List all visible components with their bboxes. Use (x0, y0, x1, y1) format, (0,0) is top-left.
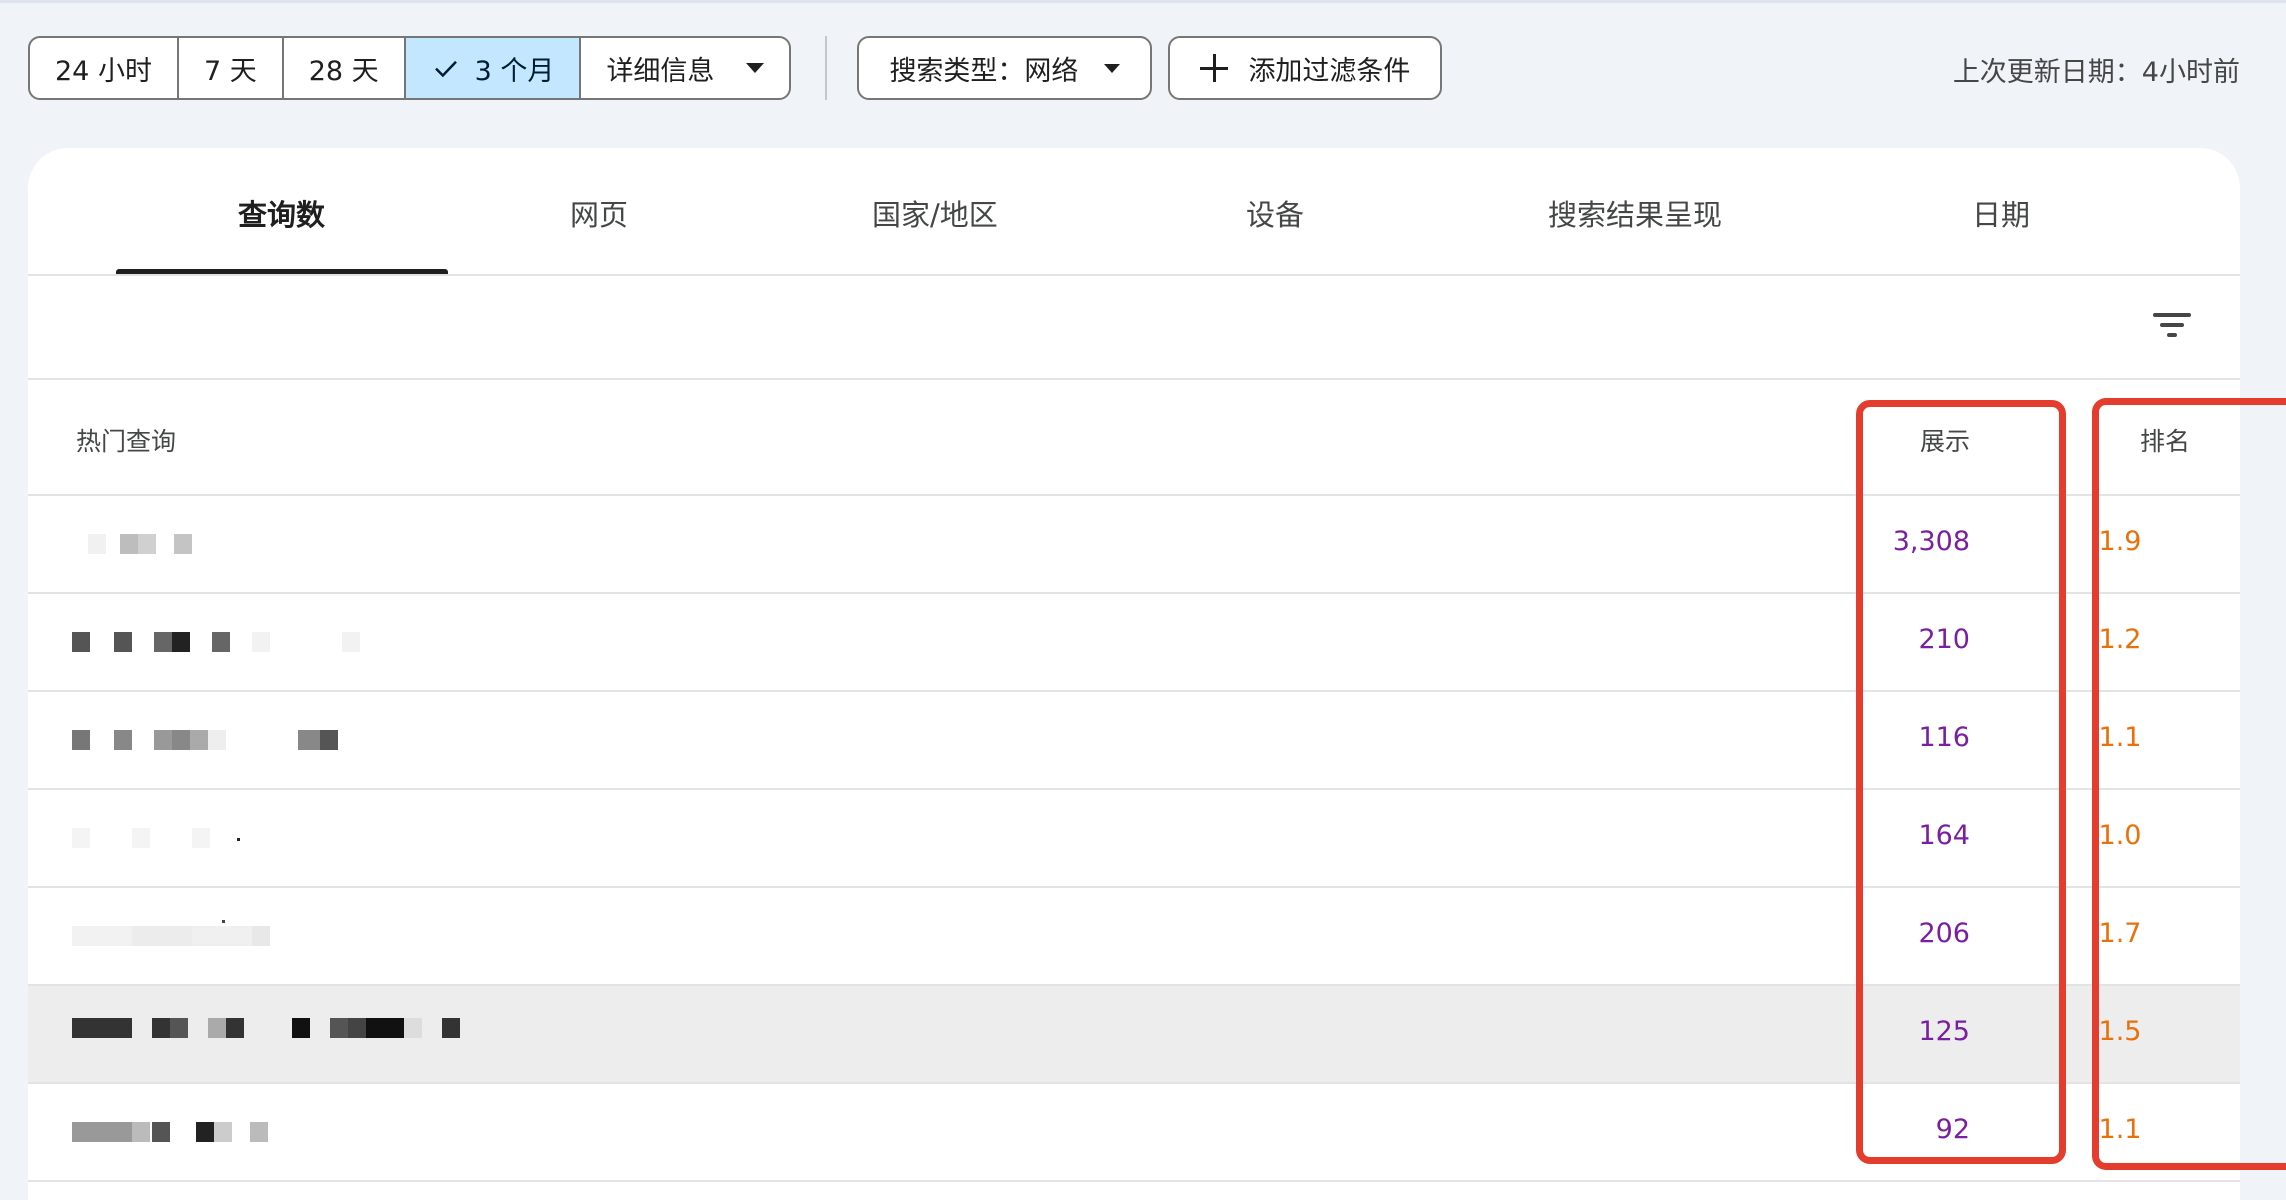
query-text-blurred (72, 534, 432, 556)
tab-countries[interactable]: 国家/地区 (872, 192, 998, 234)
date-range-28d-button[interactable]: 28 天 (284, 38, 406, 98)
dimension-tabs: 查询数 网页 国家/地区 设备 搜索结果呈现 日期 (28, 148, 2240, 276)
report-card: 查询数 网页 国家/地区 设备 搜索结果呈现 日期 热门查询 展示 排名 3,3… (28, 148, 2240, 1200)
impressions-value: 116 (1918, 722, 1970, 753)
date-range-3m-button[interactable]: 3 个月 (405, 38, 582, 98)
query-text-blurred (72, 632, 432, 654)
impressions-value: 125 (1918, 1016, 1970, 1047)
date-range-more-button[interactable]: 详细信息 (581, 38, 789, 98)
date-range-28d-label: 28 天 (308, 55, 379, 87)
tab-pages[interactable]: 网页 (570, 192, 628, 234)
add-filter-button[interactable]: 添加过滤条件 (1168, 36, 1443, 100)
plus-icon (1200, 54, 1229, 82)
table-filter-row (28, 276, 2240, 380)
top-divider (0, 0, 2286, 3)
impressions-value: 92 (1935, 1114, 1970, 1145)
date-range-7d-button[interactable]: 7 天 (179, 38, 284, 98)
impressions-value: 210 (1918, 624, 1970, 655)
query-text-blurred (72, 1122, 432, 1144)
column-header-impressions[interactable]: 展示 (1920, 422, 1970, 458)
impressions-value: 3,308 (1892, 526, 1970, 557)
query-text-blurred (72, 730, 432, 752)
position-value: 1.1 (2098, 1114, 2142, 1145)
tab-search-appearance[interactable]: 搜索结果呈现 (1548, 192, 1722, 234)
table-row[interactable]: 125 1.5 (28, 986, 2240, 1084)
query-text-blurred (72, 828, 432, 850)
date-range-7d-label: 7 天 (203, 55, 257, 87)
queries-table: 热门查询 展示 排名 3,308 1.9 210 1.2 116 1.1 164… (28, 380, 2240, 1182)
position-value: 1.0 (2098, 820, 2142, 851)
dropdown-caret-icon (746, 63, 765, 73)
impressions-value: 206 (1918, 918, 1970, 949)
position-value: 1.1 (2098, 722, 2142, 753)
position-value: 1.7 (2098, 918, 2142, 949)
date-range-24h-button[interactable]: 24 小时 (30, 38, 179, 98)
position-value: 1.9 (2098, 526, 2142, 557)
active-tab-indicator (116, 269, 448, 274)
query-text-blurred (72, 920, 432, 948)
position-value: 1.5 (2098, 1016, 2142, 1047)
date-range-more-label: 详细信息 (606, 55, 715, 87)
impressions-value: 164 (1918, 820, 1970, 851)
column-header-query[interactable]: 热门查询 (76, 422, 176, 458)
table-row[interactable]: 164 1.0 (28, 790, 2240, 888)
search-type-dropdown[interactable]: 搜索类型：网络 (857, 36, 1153, 100)
filter-list-icon[interactable] (2152, 304, 2192, 344)
tab-queries[interactable]: 查询数 (238, 192, 325, 234)
table-row[interactable]: 206 1.7 (28, 888, 2240, 986)
dropdown-caret-icon (1104, 63, 1121, 73)
table-row[interactable]: 210 1.2 (28, 594, 2240, 692)
check-icon (434, 60, 457, 78)
table-row[interactable]: 92 1.1 (28, 1084, 2240, 1182)
date-range-3m-label: 3 个月 (474, 55, 555, 87)
tab-dates[interactable]: 日期 (1972, 192, 2030, 234)
date-range-selector: 24 小时 7 天 28 天 3 个月 详细信息 (28, 36, 792, 100)
last-updated-text: 上次更新日期：4小时前 (1952, 57, 2240, 88)
toolbar-divider (825, 36, 828, 100)
add-filter-label: 添加过滤条件 (1248, 55, 1411, 87)
query-text-blurred (72, 1018, 532, 1040)
tab-devices[interactable]: 设备 (1246, 192, 1304, 234)
table-header: 热门查询 展示 排名 (28, 380, 2240, 496)
toolbar: 24 小时 7 天 28 天 3 个月 详细信息 搜索类型：网络 添加过滤条件 (28, 36, 1443, 100)
column-header-position[interactable]: 排名 (2140, 422, 2190, 458)
position-value: 1.2 (2098, 624, 2142, 655)
search-type-label: 搜索类型：网络 (889, 55, 1079, 87)
date-range-24h-label: 24 小时 (55, 55, 152, 87)
table-row[interactable]: 3,308 1.9 (28, 496, 2240, 594)
table-row[interactable]: 116 1.1 (28, 692, 2240, 790)
